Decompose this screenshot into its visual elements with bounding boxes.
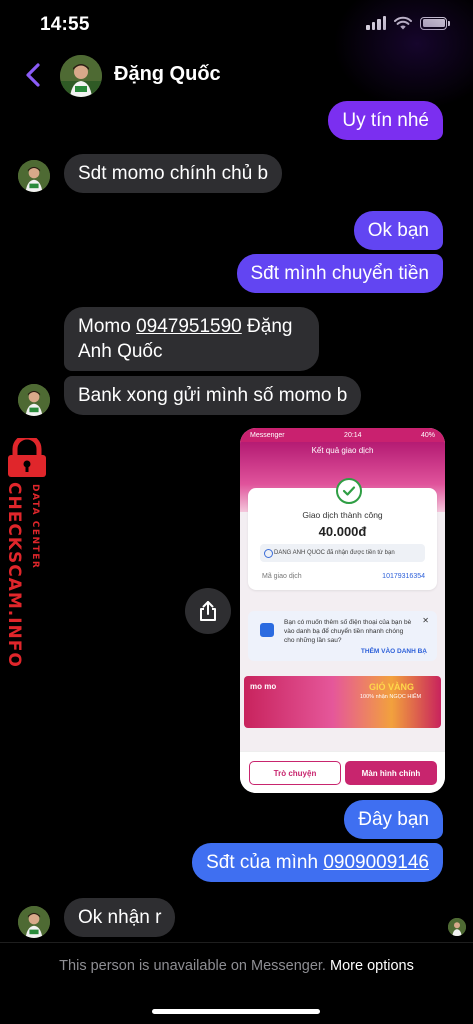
header-glow [333,0,473,110]
message-bubble-outgoing[interactable]: Uy tín nhé [328,101,443,140]
sender-avatar[interactable] [18,384,50,416]
promo-title: GIÓ VÀNG [369,682,415,692]
unavailable-text: This person is unavailable on Messenger. [59,958,326,974]
contact-name[interactable]: Đặng Quốc [114,63,221,86]
attachment-status-app: Messenger [250,431,285,439]
phone-book-icon [260,623,274,637]
watermark-text: CHECKSCAM.INFO [4,482,24,668]
add-contact-link: THÊM VÀO DANH BẠ [360,648,427,655]
attachment-footer: Trò chuyện Màn hình chính [240,751,445,793]
footer-divider [0,942,473,943]
transaction-code-value: 10179316354 [382,573,425,580]
unavailable-notice: This person is unavailable on Messenger.… [0,958,473,974]
read-receipt-avatar [448,918,466,936]
message-text: Sđt mình chuyển tiền [250,263,430,284]
message-bubble-incoming[interactable]: Momo 0947951590 Đặng Anh Quốc [64,307,319,371]
lock-icon [8,438,46,477]
attachment-status-time: 20:14 [344,431,362,439]
message-bubble-outgoing[interactable]: Sđt mình chuyển tiền [236,254,443,293]
message-text: Ok nhận r [78,907,162,928]
promo-brand: mo mo [250,682,277,691]
promo-subtitle: 100% nhận NGỌC HIẾM [360,694,422,700]
message-bubble-outgoing[interactable]: Ok bạn [353,211,443,250]
message-text: Đặng [241,316,293,337]
transaction-amount: 40.000đ [318,524,367,539]
watermark: CHECKSCAM.INFO DATA CENTER [0,438,60,668]
add-contact-card: Bạn có muốn thêm số điện thoại của bạn b… [248,611,437,661]
message-text: Ok bạn [367,220,429,241]
transaction-code-label: Mã giao dịch [262,573,302,580]
message-bubble-incoming[interactable]: Sdt momo chính chủ b [64,154,283,193]
message-text: Anh Quốc [78,341,163,362]
transaction-card: Giao dịch thành công 40.000đ DANG ANH QU… [248,478,437,590]
message-bubble-outgoing[interactable]: Đây bạn [344,800,443,839]
attachment-home-button: Màn hình chính [345,761,437,785]
attachment-title: Kết quả giao dịch [311,446,374,455]
image-attachment[interactable]: Messenger 20:14 40% Kết quả giao dịch Gi… [240,428,445,793]
message-text: Momo [78,316,137,337]
sender-avatar[interactable] [18,160,50,192]
attachment-status-battery: 40% [420,431,435,439]
message-text: Bank xong gửi mình số momo b [78,385,348,406]
promo-banner: mo mo GIÓ VÀNG 100% nhận NGỌC HIẾM [244,676,441,728]
sender-avatar[interactable] [18,906,50,938]
contact-avatar[interactable] [60,55,102,97]
watermark-subtext: DATA CENTER [30,484,40,570]
phone-link[interactable]: 0909009146 [323,852,429,873]
home-indicator[interactable] [152,1009,320,1014]
message-text: Uy tín nhé [342,110,429,131]
message-bubble-incoming[interactable]: Bank xong gửi mình số momo b [64,376,362,415]
phone-link[interactable]: 0947951590 [136,316,242,337]
share-icon [200,601,216,621]
message-text: Sdt momo chính chủ b [78,163,269,184]
chevron-left-icon[interactable] [22,60,44,90]
message-text: Đây bạn [358,809,429,830]
more-options-link[interactable]: More options [330,958,414,974]
status-time: 14:55 [40,14,90,35]
message-bubble-incoming[interactable]: Ok nhận r [64,898,176,937]
share-button[interactable] [185,588,231,634]
attachment-status-bar: Messenger 20:14 40% [240,428,445,442]
message-bubble-outgoing[interactable]: Sđt của mình 0909009146 [192,843,443,882]
close-icon: ✕ [422,616,429,625]
attachment-chat-button: Trò chuyện [249,761,341,785]
add-contact-text: Bạn có muốn thêm số điện thoại của bạn b… [284,619,412,644]
transaction-note: DANG ANH QUOC đã nhận được tiền từ bạn [260,544,425,562]
message-text: Sđt của mình [206,852,324,873]
success-check-icon [336,478,362,504]
transaction-status: Giao dịch thành công [302,510,383,520]
